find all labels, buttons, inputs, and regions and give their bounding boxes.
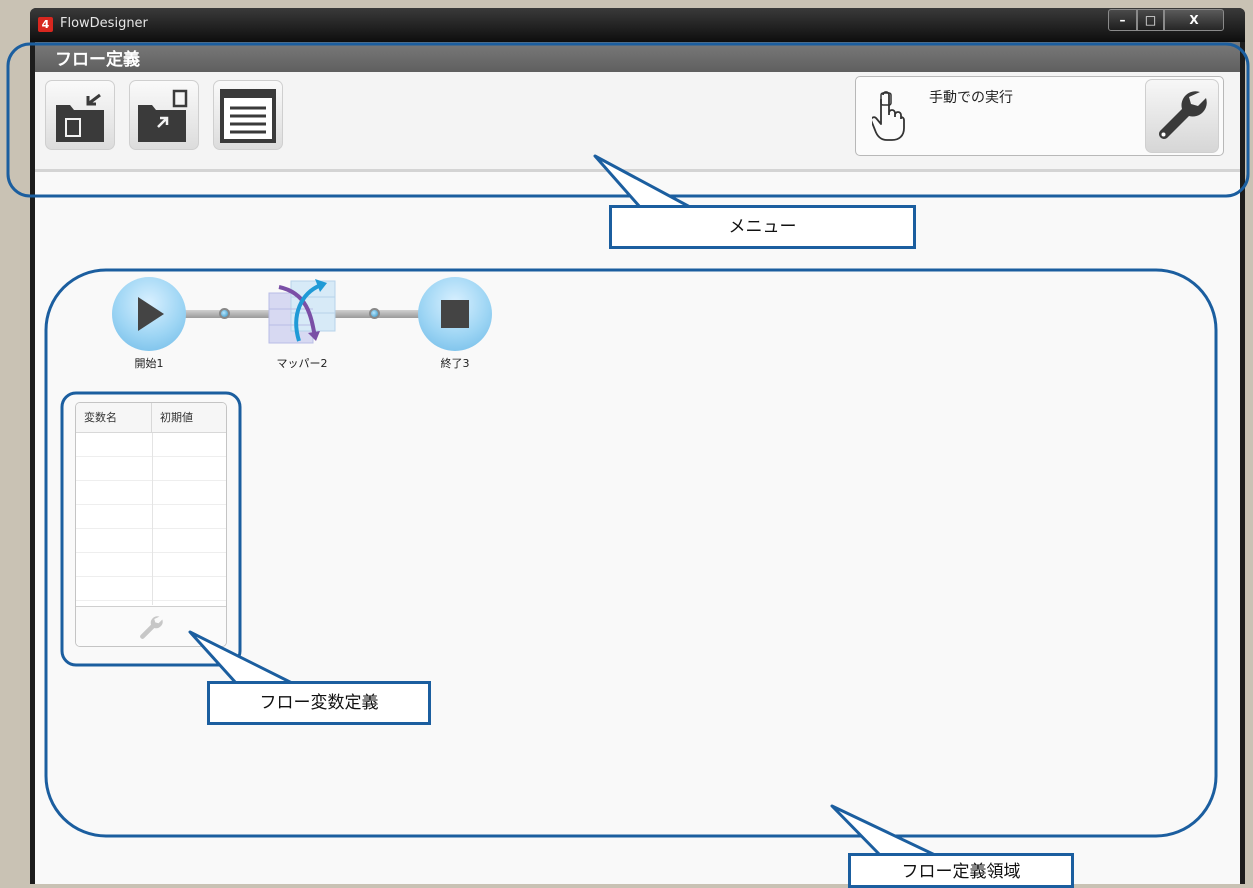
flow-area-callout-pointer: [830, 804, 937, 857]
menu-callout: メニュー: [609, 205, 916, 249]
flow-variable-callout: フロー変数定義: [207, 681, 431, 725]
flow-area-highlight: [44, 268, 1218, 838]
annotation-layer: [6, 42, 1250, 857]
flow-area-callout: フロー定義領域: [848, 853, 1074, 888]
variable-panel-highlight: [60, 391, 242, 667]
menu-callout-pointer: [593, 154, 692, 209]
